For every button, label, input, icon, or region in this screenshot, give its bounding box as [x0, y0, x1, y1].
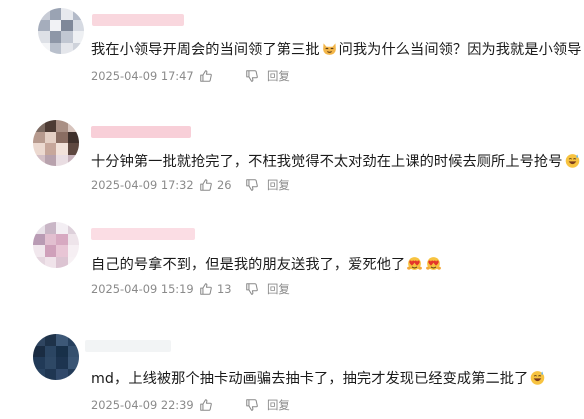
comment-text-part: 十分钟第一批就抢完了，不枉我觉得不太对劲在上课的时候去厕所上号抢号 [91, 154, 563, 170]
thumbs-up-icon [200, 70, 212, 82]
grinning-sweat-icon [565, 154, 579, 168]
avatar[interactable] [33, 222, 79, 268]
like-count: 26 [217, 178, 232, 192]
comment-text-part: 自己的号拿不到，但是我的朋友送我了，爱死他了 [91, 257, 406, 273]
comment-time: 2025-04-09 17:47 [91, 69, 194, 83]
heart-hands-face-icon [426, 257, 442, 270]
reply-button[interactable]: 回复 [267, 397, 290, 413]
thumbs-down-icon [246, 179, 258, 191]
dislike-button[interactable] [245, 398, 267, 412]
nickname[interactable] [91, 126, 191, 138]
comment-text-part: 问我为什么当间领？因为我就是小领导 [338, 42, 582, 58]
comment-text: 自己的号拿不到，但是我的朋友送我了，爱死他了 [91, 255, 443, 275]
comment-text: md，上线被那个抽卡动画骗去抽卡了，抽完才发现已经变成第二批了 [91, 369, 547, 389]
like-button[interactable]: 13 [199, 282, 245, 296]
comment-meta: 2025-04-09 22:39 回复 [91, 397, 290, 413]
dislike-button[interactable] [245, 282, 267, 296]
thumbs-up-icon [200, 179, 212, 191]
reply-button[interactable]: 回复 [267, 68, 290, 84]
comment-meta: 2025-04-09 15:19 13 回复 [91, 281, 290, 297]
like-button[interactable]: 26 [199, 178, 245, 192]
comment-text-part: 我在小领导开周会的当间领了第三批 [91, 42, 320, 58]
comment-time: 2025-04-09 17:32 [91, 178, 194, 192]
like-button[interactable] [199, 69, 245, 83]
heart-hands-face-icon [407, 257, 423, 270]
grinning-sweat-icon [531, 371, 545, 385]
thumbs-down-icon [246, 399, 258, 411]
nickname[interactable] [85, 340, 171, 352]
like-count: 13 [217, 282, 232, 296]
comment-item: 我在小领导开周会的当间领了第三批 问我为什么当间领？因为我就是小领导 2025-… [0, 0, 584, 100]
comment-item: 十分钟第一批就抢完了，不枉我觉得不太对劲在上课的时候去厕所上号抢号 2025-0… [0, 108, 584, 208]
nickname[interactable] [92, 14, 184, 26]
comment-text-part: md，上线被那个抽卡动画骗去抽卡了，抽完才发现已经变成第二批了 [91, 371, 529, 387]
like-button[interactable] [199, 398, 245, 412]
thumbs-down-icon [246, 283, 258, 295]
reply-button[interactable]: 回复 [267, 281, 290, 297]
comment-time: 2025-04-09 22:39 [91, 398, 194, 412]
thumbs-up-icon [200, 399, 212, 411]
reply-button[interactable]: 回复 [267, 177, 290, 193]
avatar[interactable] [38, 8, 84, 54]
dislike-button[interactable] [245, 178, 267, 192]
comment-meta: 2025-04-09 17:47 回复 [91, 68, 290, 84]
nickname[interactable] [91, 228, 195, 240]
comment-item: md，上线被那个抽卡动画骗去抽卡了，抽完才发现已经变成第二批了 2025-04-… [0, 318, 584, 418]
comment-time: 2025-04-09 15:19 [91, 282, 194, 296]
thumbs-up-icon [200, 283, 212, 295]
avatar[interactable] [33, 334, 79, 380]
comment-meta: 2025-04-09 17:32 26 回复 [91, 177, 290, 193]
avatar[interactable] [33, 120, 79, 166]
comment-text: 我在小领导开周会的当间领了第三批 问我为什么当间领？因为我就是小领导 [91, 40, 582, 60]
thumbs-down-icon [246, 70, 258, 82]
cat-face-icon [322, 43, 336, 55]
comment-text: 十分钟第一批就抢完了，不枉我觉得不太对劲在上课的时候去厕所上号抢号 [91, 152, 582, 172]
dislike-button[interactable] [245, 69, 267, 83]
comment-item: 自己的号拿不到，但是我的朋友送我了，爱死他了 2025-04-09 15:19 … [0, 212, 584, 312]
